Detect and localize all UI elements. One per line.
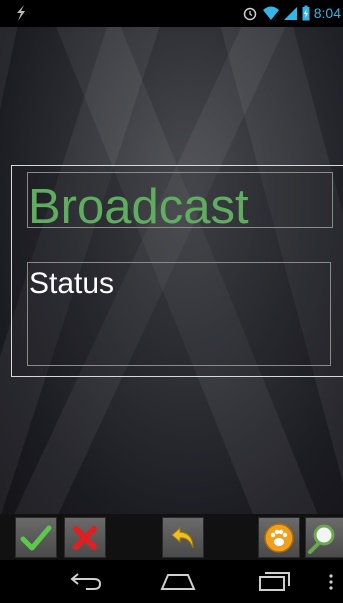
cancel-icon [73, 525, 97, 550]
undo-icon [171, 526, 194, 548]
battery-icon [302, 5, 310, 21]
confirm-icon [20, 525, 52, 550]
menu-icon[interactable] [328, 574, 334, 590]
search-icon [307, 524, 334, 554]
compose-panel: Broadcast Status [11, 165, 343, 377]
confirm-button[interactable] [15, 517, 57, 558]
wifi-icon [262, 6, 279, 20]
status-bar: 8:04 [0, 0, 343, 27]
usb-debug-icon [17, 5, 25, 21]
paw-icon [264, 522, 294, 553]
navigation-bar [0, 560, 343, 603]
search-button[interactable] [305, 517, 343, 558]
action-toolbar [0, 514, 343, 560]
broadcast-text: Broadcast [28, 180, 249, 228]
broadcast-field[interactable]: Broadcast [27, 172, 333, 228]
paw-button[interactable] [258, 517, 300, 558]
undo-button[interactable] [162, 517, 204, 558]
cancel-button[interactable] [64, 517, 106, 558]
status-text: Status [29, 267, 115, 300]
recent-apps-icon[interactable] [258, 570, 292, 592]
signal-icon [283, 7, 297, 20]
clock: 8:04 [313, 5, 341, 21]
alarm-icon [243, 7, 256, 21]
home-icon[interactable] [160, 570, 196, 592]
status-field[interactable]: Status [27, 262, 331, 366]
back-icon[interactable] [68, 570, 104, 592]
